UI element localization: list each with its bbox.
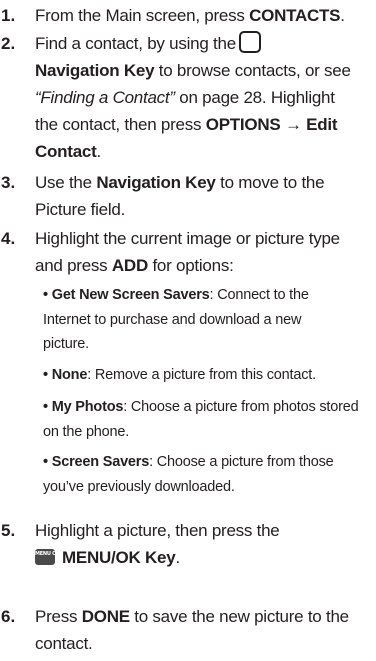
bullet-screen-savers: • Screen Savers: Choose a picture from t…	[43, 454, 334, 495]
bullet-get-new-screen-savers: • Get New Screen Savers: Connect to the I…	[43, 287, 309, 352]
navigation-key-icon	[238, 31, 261, 53]
step-number: 5.	[1, 521, 16, 540]
step-number: 3.	[1, 173, 16, 192]
menu-ok-key-label: MENU OK	[35, 551, 60, 557]
bullet-dot: •	[43, 399, 48, 415]
step-text: Find a contact, by using the Navigation K…	[35, 30, 374, 165]
step-number: 2.	[1, 34, 16, 53]
step-number: 4.	[1, 229, 16, 248]
step-text: Press DONE to save the new picture to th…	[35, 607, 349, 653]
bullet-my-photos: • My Photos: Choose a picture from photo…	[43, 399, 359, 440]
step-number: 1.	[1, 6, 16, 25]
step-text: Use the Navigation Key to move to the Pic…	[35, 173, 325, 219]
step-number: 6.	[1, 607, 16, 626]
step-text: From the Main screen, press CONTACTS.	[35, 6, 345, 25]
bullet-dot: •	[43, 367, 48, 383]
bullet-none: • None: Remove a picture from this conta…	[43, 367, 316, 383]
menu-ok-key-icon: MENU OK	[35, 549, 60, 565]
step-text: Highlight a picture, then press the MENU …	[35, 521, 280, 567]
step-text: Highlight the current image or picture t…	[35, 229, 340, 275]
bullet-dot: •	[43, 287, 48, 303]
bullet-dot: •	[43, 454, 48, 470]
